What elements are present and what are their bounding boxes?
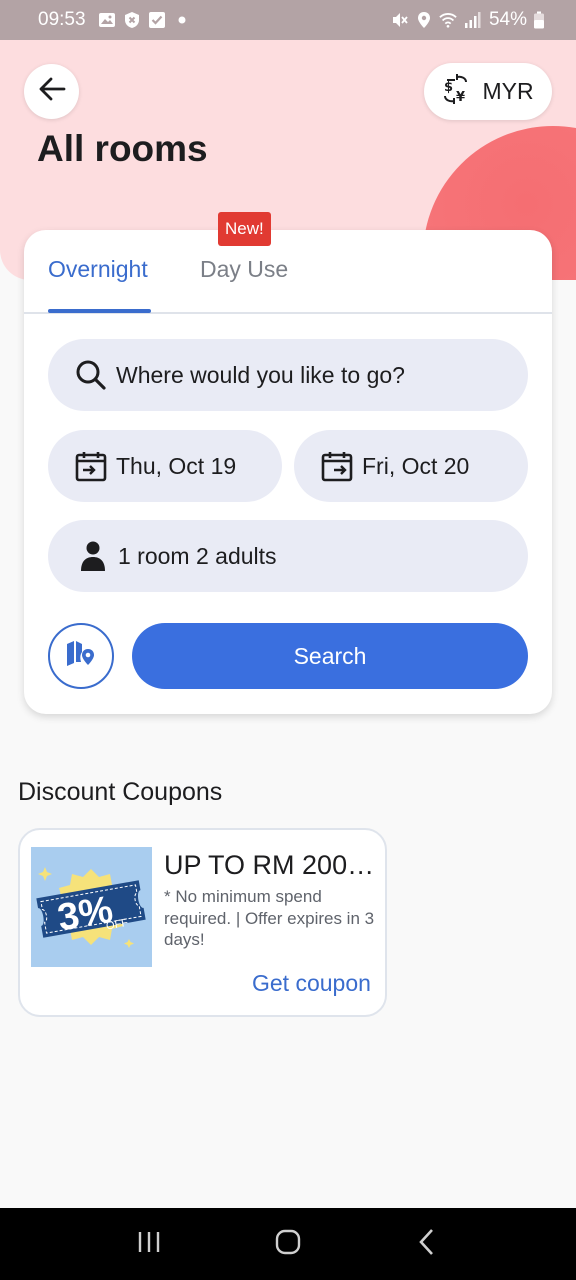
- status-time: 09:53: [38, 9, 86, 30]
- svg-text:¥: ¥: [456, 90, 465, 104]
- image-icon: [98, 11, 116, 29]
- new-badge: New!: [218, 212, 271, 246]
- recent-apps-button[interactable]: [119, 1219, 179, 1269]
- battery-icon: [530, 11, 548, 29]
- check-box-icon: [148, 11, 166, 29]
- coupon-card[interactable]: 3% OFF UP TO RM 200 … * No minimum spend…: [18, 828, 387, 1017]
- coupon-image: 3% OFF: [31, 847, 152, 967]
- check-out-label: Fri, Oct 20: [362, 452, 470, 479]
- coupon-description: * No minimum spend required. | Offer exp…: [164, 887, 375, 949]
- currency-button[interactable]: $ ¥ MYR: [424, 63, 552, 120]
- destination-placeholder: Where would you like to go?: [116, 361, 405, 388]
- battery-text: 54%: [488, 9, 527, 30]
- map-view-button[interactable]: [48, 623, 114, 689]
- arrow-left-icon: [37, 74, 67, 109]
- stay-type-tabs: Overnight Day Use: [24, 230, 552, 314]
- check-out-date[interactable]: Fri, Oct 20: [294, 430, 528, 502]
- system-back-button[interactable]: [397, 1219, 457, 1269]
- search-button[interactable]: Search: [132, 623, 528, 689]
- system-nav-bar: [0, 1208, 576, 1280]
- occupancy-label: 1 room 2 adults: [118, 542, 277, 569]
- home-button[interactable]: [258, 1219, 318, 1269]
- home-icon: [274, 1228, 302, 1261]
- wifi-icon: [439, 11, 457, 29]
- rooms-guests-selector[interactable]: 1 room 2 adults: [48, 520, 528, 592]
- currency-exchange-icon: $ ¥: [442, 73, 470, 110]
- calendar-check-in-icon: [74, 449, 108, 483]
- person-icon: [76, 539, 110, 573]
- map-pin-icon: [66, 640, 96, 673]
- recent-apps-icon: [136, 1230, 162, 1259]
- active-tab-indicator: [48, 309, 151, 313]
- dot-icon: [173, 11, 191, 29]
- check-in-label: Thu, Oct 19: [116, 452, 237, 479]
- coupons-section-title: Discount Coupons: [18, 778, 223, 806]
- calendar-check-out-icon: [320, 449, 354, 483]
- shield-x-icon: [123, 11, 141, 29]
- page-title: All rooms: [37, 128, 208, 169]
- get-coupon-link[interactable]: Get coupon: [252, 970, 371, 997]
- status-bar: 09:53 54%: [0, 0, 576, 40]
- back-button[interactable]: [24, 64, 79, 119]
- tab-day-use[interactable]: Day Use: [200, 256, 288, 283]
- currency-label: MYR: [482, 78, 534, 104]
- location-icon: [415, 11, 433, 29]
- svg-text:$: $: [444, 80, 453, 95]
- mute-icon: [391, 11, 409, 29]
- destination-input[interactable]: Where would you like to go?: [48, 339, 528, 411]
- chevron-left-icon: [417, 1228, 437, 1261]
- tab-overnight[interactable]: Overnight: [48, 256, 148, 283]
- check-in-date[interactable]: Thu, Oct 19: [48, 430, 282, 502]
- search-icon: [74, 358, 108, 392]
- coupon-title: UP TO RM 200 …: [164, 850, 376, 880]
- signal-icon: [463, 11, 481, 29]
